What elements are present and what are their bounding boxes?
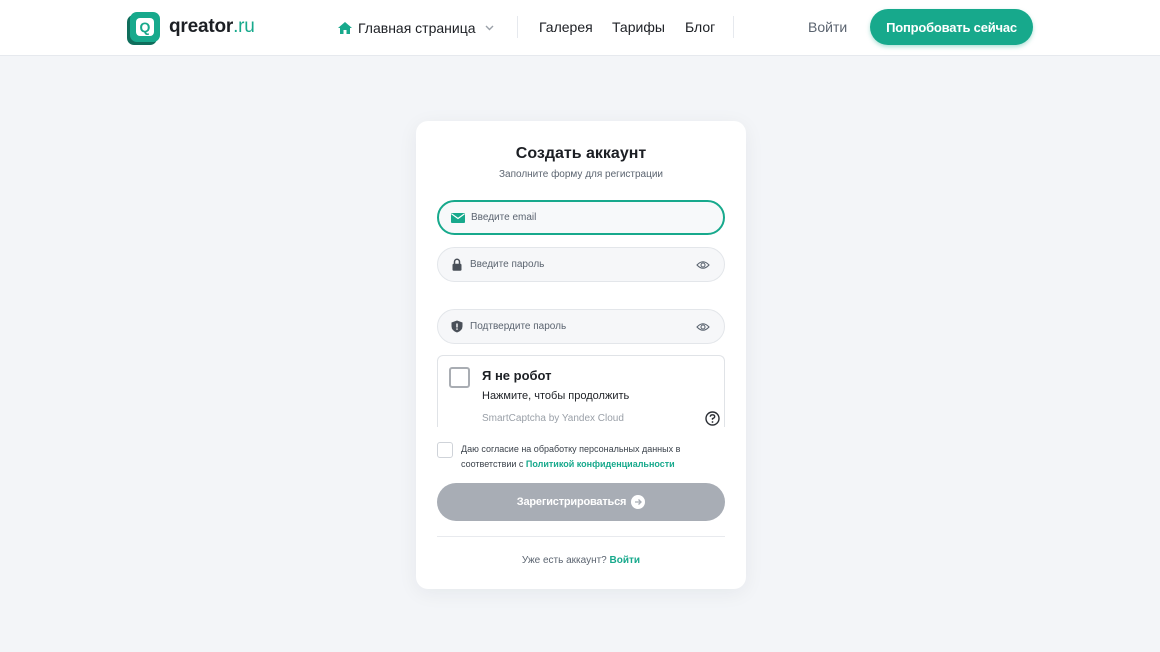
logo-text: qreator.ru bbox=[169, 16, 255, 38]
header-login-link[interactable]: Войти bbox=[808, 19, 847, 35]
arrow-right-icon bbox=[631, 495, 646, 509]
smart-captcha-widget[interactable]: Я не робот Нажмите, чтобы продолжить Sma… bbox=[437, 355, 725, 427]
confirm-password-input[interactable] bbox=[470, 316, 690, 337]
email-field[interactable] bbox=[437, 200, 725, 235]
register-button[interactable]: Зарегистрироваться bbox=[437, 483, 725, 521]
nav-divider bbox=[517, 16, 518, 38]
captcha-subtitle: Нажмите, чтобы продолжить bbox=[482, 390, 630, 402]
nav-gallery-link[interactable]: Галерея bbox=[539, 19, 593, 35]
nav-blog-link[interactable]: Блог bbox=[685, 19, 715, 35]
captcha-checkbox[interactable] bbox=[449, 367, 470, 388]
login-link[interactable]: Войти bbox=[610, 555, 641, 566]
eye-icon[interactable] bbox=[696, 322, 710, 332]
confirm-password-field[interactable] bbox=[437, 309, 725, 344]
password-input[interactable] bbox=[470, 254, 690, 275]
password-field[interactable] bbox=[437, 247, 725, 282]
have-account-line: Уже есть аккаунт? Войти bbox=[416, 555, 746, 566]
logo-tld: .ru bbox=[233, 16, 255, 37]
try-now-button[interactable]: Попробовать сейчас bbox=[870, 9, 1033, 45]
question-circle-icon[interactable] bbox=[705, 411, 720, 426]
divider bbox=[437, 536, 725, 537]
home-icon bbox=[338, 22, 352, 34]
email-input[interactable] bbox=[471, 207, 691, 228]
logo[interactable]: Q qreator.ru bbox=[130, 11, 255, 43]
have-account-text: Уже есть аккаунт? bbox=[521, 555, 607, 566]
nav-pricing-link[interactable]: Тарифы bbox=[612, 19, 665, 35]
nav-divider bbox=[733, 16, 734, 38]
form-subtitle: Заполните форму для регистрации bbox=[498, 169, 664, 180]
logo-name: qreator bbox=[169, 16, 234, 37]
captcha-brand: SmartCaptcha by Yandex Cloud bbox=[482, 413, 624, 424]
logo-mark-icon: Q bbox=[130, 12, 160, 42]
logo-letter: Q bbox=[136, 18, 154, 36]
top-navigation-bar: Q qreator.ru Главная страница Галерея Та… bbox=[0, 0, 1160, 56]
captcha-title: Я не робот bbox=[482, 368, 552, 383]
consent-text: Даю согласие на обработку персональных д… bbox=[461, 442, 711, 472]
privacy-policy-link[interactable]: Политикой конфиденциальности bbox=[526, 459, 675, 469]
nav-home-dropdown[interactable]: Главная страница bbox=[338, 18, 494, 38]
register-button-label: Зарегистрироваться bbox=[516, 496, 627, 508]
form-title: Создать аккаунт bbox=[515, 145, 647, 162]
lock-icon bbox=[450, 258, 464, 272]
registration-card: Создать аккаунт Заполните форму для реги… bbox=[416, 121, 746, 589]
envelope-icon bbox=[451, 211, 465, 225]
nav-home-label: Главная страница bbox=[358, 20, 476, 36]
eye-icon[interactable] bbox=[696, 260, 710, 270]
consent-checkbox[interactable] bbox=[437, 442, 453, 458]
shield-icon bbox=[450, 320, 464, 334]
chevron-down-icon bbox=[485, 25, 494, 31]
